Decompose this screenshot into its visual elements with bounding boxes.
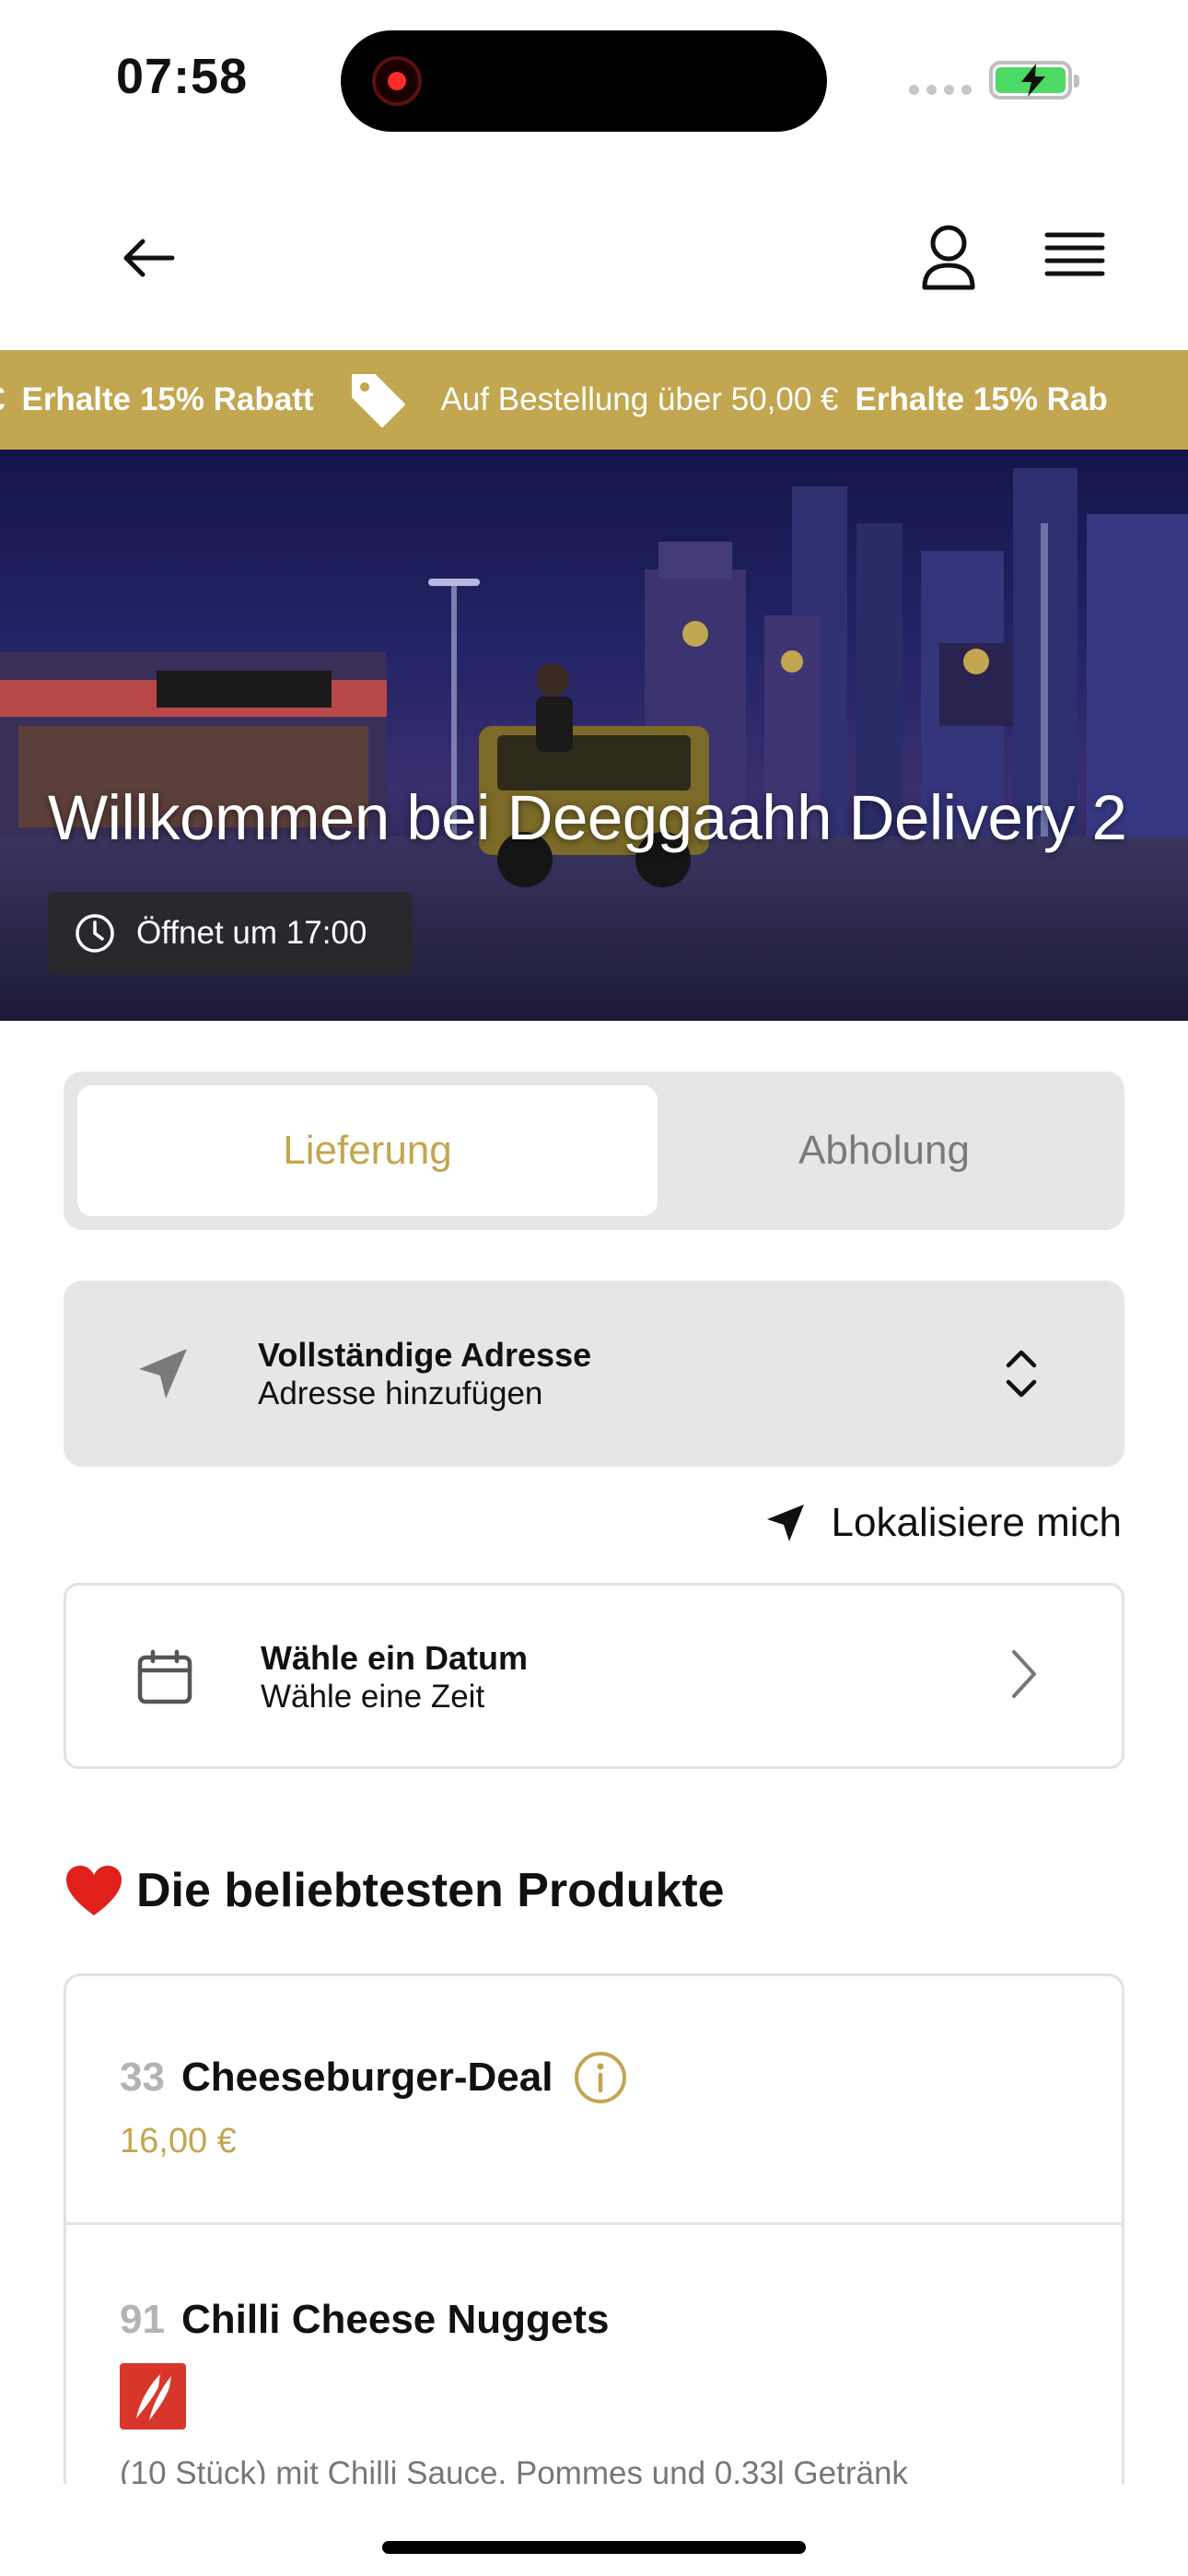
product-item[interactable]: 33 Cheeseburger-Deal 16,00 €	[66, 1976, 1122, 2225]
chili-icon	[136, 2374, 171, 2420]
promo-text: Auf Bestellung über 50,00 €	[440, 381, 839, 417]
chevron-right-icon	[1012, 1650, 1036, 1698]
product-name: Chilli Cheese Nuggets	[181, 2297, 610, 2342]
locate-me-label: Lokalisiere mich	[831, 1500, 1122, 1545]
product-item[interactable]: 91 Chilli Cheese Nuggets (10 Stück) mit …	[66, 2225, 1122, 2484]
locate-me-button[interactable]: Lokalisiere mich	[765, 1500, 1122, 1546]
location-arrow-icon	[139, 1349, 187, 1399]
promo-text: Erhalte 15% Rab	[855, 381, 1108, 417]
calendar-icon	[137, 1649, 192, 1704]
opening-hours-text: Öffnet um 17:00	[136, 915, 367, 951]
heart-icon	[66, 1866, 122, 1915]
clock-icon	[76, 914, 114, 953]
info-icon[interactable]	[573, 2050, 628, 2105]
signal-icon	[909, 85, 972, 95]
status-time: 07:58	[116, 49, 249, 104]
price-tag-icon	[351, 374, 405, 427]
back-button[interactable]	[112, 226, 186, 290]
status-bar: 07:58	[0, 0, 1188, 166]
promo-text: Erhalte 15% Rabatt	[21, 381, 314, 417]
promo-text: €	[0, 381, 5, 418]
opening-hours-badge: Öffnet um 17:00	[48, 892, 413, 975]
product-price: 16,00 €	[120, 2122, 237, 2160]
tab-pickup[interactable]: Abholung	[658, 1085, 1111, 1216]
spicy-badge	[120, 2363, 186, 2430]
hero-banner: Willkommen bei Deeggaahh Delivery 2 Öffn…	[0, 450, 1188, 1021]
recording-indicator-icon	[372, 56, 422, 106]
schedule-time-subtitle: Wähle eine Zeit	[261, 1679, 485, 1715]
tab-delivery[interactable]: Lieferung	[77, 1085, 658, 1216]
promo-banner: € Erhalte 15% Rabatt Auf Bestellung über…	[0, 350, 1188, 450]
address-title: Vollständige Adresse	[258, 1336, 592, 1374]
product-name: Cheeseburger-Deal	[181, 2055, 553, 2100]
top-navigation	[0, 184, 1188, 332]
dynamic-island	[341, 30, 827, 132]
battery-icon	[989, 61, 1079, 100]
address-placeholder: Adresse hinzufügen	[258, 1376, 543, 1411]
popular-products-title: Die beliebtesten Produkte	[136, 1864, 725, 1917]
menu-button[interactable]	[1036, 226, 1110, 290]
schedule-selector[interactable]: Wähle ein Datum Wähle eine Zeit	[64, 1583, 1124, 1769]
product-list: 33 Cheeseburger-Deal 16,00 € 91 Chilli C…	[64, 1973, 1124, 2484]
order-mode-toggle: Lieferung Abholung	[64, 1071, 1124, 1230]
home-indicator[interactable]	[382, 2541, 806, 2554]
hamburger-menu-icon	[1044, 232, 1105, 276]
hero-title: Willkommen bei Deeggaahh Delivery 2	[48, 782, 1127, 853]
schedule-date-title: Wähle ein Datum	[261, 1639, 529, 1677]
chevron-up-down-icon	[1006, 1350, 1037, 1398]
product-description: (10 Stück) mit Chilli Sauce, Pommes und …	[120, 2455, 908, 2484]
popular-products-heading: Die beliebtesten Produkte	[64, 1863, 725, 1918]
user-icon	[922, 225, 975, 290]
address-selector[interactable]: Vollständige Adresse Adresse hinzufügen	[64, 1281, 1124, 1467]
arrow-left-icon	[123, 239, 175, 277]
navigation-arrow-icon	[766, 1505, 804, 1541]
account-button[interactable]	[912, 221, 985, 295]
charging-bolt-icon	[1021, 64, 1045, 97]
product-number: 33	[120, 2055, 165, 2100]
product-number: 91	[120, 2297, 165, 2342]
